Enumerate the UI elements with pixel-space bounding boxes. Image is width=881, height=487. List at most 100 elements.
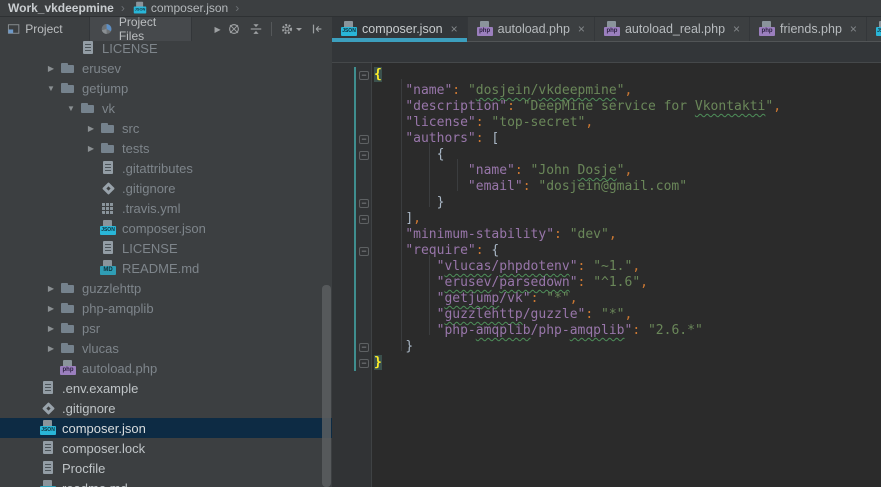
close-tab-icon[interactable]: × bbox=[733, 23, 740, 35]
indent-guide bbox=[457, 159, 458, 191]
tree-item--gitignore[interactable]: .gitignore bbox=[0, 398, 332, 418]
tab-label: autoload_real.php bbox=[624, 22, 726, 36]
folder-icon bbox=[60, 280, 76, 296]
tree-item--env-example[interactable]: .env.example bbox=[0, 378, 332, 398]
project-tree-scrollbar[interactable] bbox=[322, 285, 331, 487]
tree-item-autoload-php[interactable]: autoload.php bbox=[0, 358, 332, 378]
hide-panel-icon[interactable] bbox=[310, 22, 324, 36]
code-line-3: "description": "DeepMine service for Vko… bbox=[405, 99, 782, 114]
tree-item-license[interactable]: LICENSE bbox=[0, 238, 332, 258]
close-tab-icon[interactable]: × bbox=[578, 23, 585, 35]
fold-marker-line-9[interactable]: − bbox=[359, 198, 369, 208]
chevron-expanded-icon[interactable]: ▼ bbox=[42, 84, 60, 93]
page-file-icon bbox=[40, 460, 56, 476]
chevron-collapsed-icon[interactable]: ▶ bbox=[42, 344, 60, 353]
folder-icon bbox=[100, 120, 116, 136]
fold-marker-line-19[interactable]: − bbox=[359, 358, 369, 368]
editor-tab-autoload-php[interactable]: autoload.php × bbox=[468, 17, 595, 41]
close-tab-icon[interactable]: × bbox=[850, 23, 857, 35]
tree-item-label: composer.lock bbox=[62, 440, 146, 456]
breadcrumb-chevron-icon: › bbox=[235, 1, 240, 15]
settings-gear-icon[interactable] bbox=[280, 22, 302, 36]
navigation-bar: Work_vkdeepmine › composer.json › bbox=[0, 0, 881, 17]
folder-icon bbox=[60, 60, 76, 76]
fold-marker-line-1[interactable]: − bbox=[359, 70, 369, 80]
yml-file-icon bbox=[100, 200, 116, 216]
breadcrumb-project[interactable]: Work_vkdeepmine bbox=[8, 1, 114, 15]
collapse-all-icon[interactable] bbox=[249, 22, 263, 36]
code-line-18: } bbox=[405, 339, 414, 354]
tree-item-composer-lock[interactable]: composer.lock bbox=[0, 438, 332, 458]
tree-item-label: vk bbox=[102, 100, 115, 116]
editor-body: − − − − − − − − { "name": "dosjein/vkdeepmine",… bbox=[332, 63, 881, 487]
chevron-expanded-icon[interactable]: ▼ bbox=[62, 104, 80, 113]
tree-item-guzzlehttp[interactable]: ▶ guzzlehttp bbox=[0, 278, 332, 298]
tree-item-readme-md[interactable]: readme.md bbox=[0, 478, 332, 487]
chevron-collapsed-icon[interactable]: ▶ bbox=[42, 284, 60, 293]
chevron-collapsed-icon[interactable]: ▶ bbox=[82, 144, 100, 153]
project-tree: LICENSE ▶ erusev ▼ getjump ▼ vk ▶ src ▶ tests .gita… bbox=[0, 38, 332, 487]
tree-item-label: .travis.yml bbox=[122, 200, 181, 216]
git-file-icon bbox=[40, 400, 56, 416]
tree-item-vk[interactable]: ▼ vk bbox=[0, 98, 332, 118]
fold-marker-line-12[interactable]: − bbox=[359, 246, 369, 256]
editor-tab-ver[interactable]: ver bbox=[867, 17, 881, 41]
tree-item-php-amqplib[interactable]: ▶ php-amqplib bbox=[0, 298, 332, 318]
tree-item-composer-json[interactable]: composer.json bbox=[0, 418, 332, 438]
tree-item-label: composer.json bbox=[62, 420, 146, 436]
tree-item--gitignore[interactable]: .gitignore bbox=[0, 178, 332, 198]
tree-item--gitattributes[interactable]: .gitattributes bbox=[0, 158, 332, 178]
tree-item-label: .env.example bbox=[62, 380, 139, 396]
chevron-collapsed-icon[interactable]: ▶ bbox=[82, 124, 100, 133]
tree-item-tests[interactable]: ▶ tests bbox=[0, 138, 332, 158]
tree-item-label: guzzlehttp bbox=[82, 280, 142, 296]
tree-item-getjump[interactable]: ▼ getjump bbox=[0, 78, 332, 98]
close-tab-icon[interactable]: × bbox=[451, 23, 458, 35]
pie-chart-icon bbox=[101, 24, 112, 34]
next-view-arrow-icon[interactable]: ▶ bbox=[208, 25, 227, 34]
tree-item-procfile[interactable]: Procfile bbox=[0, 458, 332, 478]
code-area[interactable]: { "name": "dosjein/vkdeepmine", "descrip… bbox=[372, 63, 881, 487]
indent-guide bbox=[429, 255, 430, 335]
locate-file-icon[interactable] bbox=[227, 22, 241, 36]
tree-item-erusev[interactable]: ▶ erusev bbox=[0, 58, 332, 78]
page-file-icon bbox=[40, 380, 56, 396]
tree-item-label: readme.md bbox=[62, 481, 128, 487]
editor-gutter: − − − − − − − − bbox=[332, 63, 372, 487]
project-tab-label[interactable]: Project bbox=[25, 22, 62, 36]
page-file-icon bbox=[100, 160, 116, 176]
tree-item-psr[interactable]: ▶ psr bbox=[0, 318, 332, 338]
code-line-6: { bbox=[436, 147, 445, 162]
tree-item-vlucas[interactable]: ▶ vlucas bbox=[0, 338, 332, 358]
chevron-collapsed-icon[interactable]: ▶ bbox=[42, 64, 60, 73]
fold-marker-line-6[interactable]: − bbox=[359, 150, 369, 160]
tree-item--travis-yml[interactable]: .travis.yml bbox=[0, 198, 332, 218]
code-line-19: } bbox=[374, 355, 382, 370]
tree-item-label: psr bbox=[82, 320, 101, 336]
editor-tab-friends-php[interactable]: friends.php × bbox=[750, 17, 867, 41]
folder-icon bbox=[60, 340, 76, 356]
editor-tab-composer-json[interactable]: composer.json × bbox=[332, 17, 468, 42]
fold-marker-line-5[interactable]: − bbox=[359, 134, 369, 144]
folder-icon bbox=[60, 80, 76, 96]
chevron-collapsed-icon[interactable]: ▶ bbox=[42, 304, 60, 313]
code-line-11: "minimum-stability": "dev", bbox=[405, 227, 617, 242]
tree-item-readme-md[interactable]: README.md bbox=[0, 258, 332, 278]
json-file-icon bbox=[875, 21, 881, 37]
tree-item-label: composer.json bbox=[122, 220, 206, 236]
fold-marker-line-10[interactable]: − bbox=[359, 214, 369, 224]
code-line-4: "license": "top-secret", bbox=[405, 115, 594, 130]
code-line-8: "email": "dosjein@gmail.com" bbox=[467, 179, 688, 194]
toolbar-separator bbox=[271, 22, 272, 36]
fold-marker-line-18[interactable]: − bbox=[359, 342, 369, 352]
ide-window: Work_vkdeepmine › composer.json › Projec… bbox=[0, 0, 881, 487]
code-line-12: "require": { bbox=[405, 243, 500, 258]
tree-item-label: README.md bbox=[122, 260, 200, 276]
editor-tab-autoload-real-php[interactable]: autoload_real.php × bbox=[595, 17, 751, 41]
tree-item-composer-json[interactable]: composer.json bbox=[0, 218, 332, 238]
chevron-collapsed-icon[interactable]: ▶ bbox=[42, 324, 60, 333]
tree-item-src[interactable]: ▶ src bbox=[0, 118, 332, 138]
tree-item-license[interactable]: LICENSE bbox=[0, 38, 332, 58]
code-line-5: "authors": [ bbox=[405, 131, 500, 146]
breadcrumb-file[interactable]: composer.json bbox=[151, 1, 228, 15]
